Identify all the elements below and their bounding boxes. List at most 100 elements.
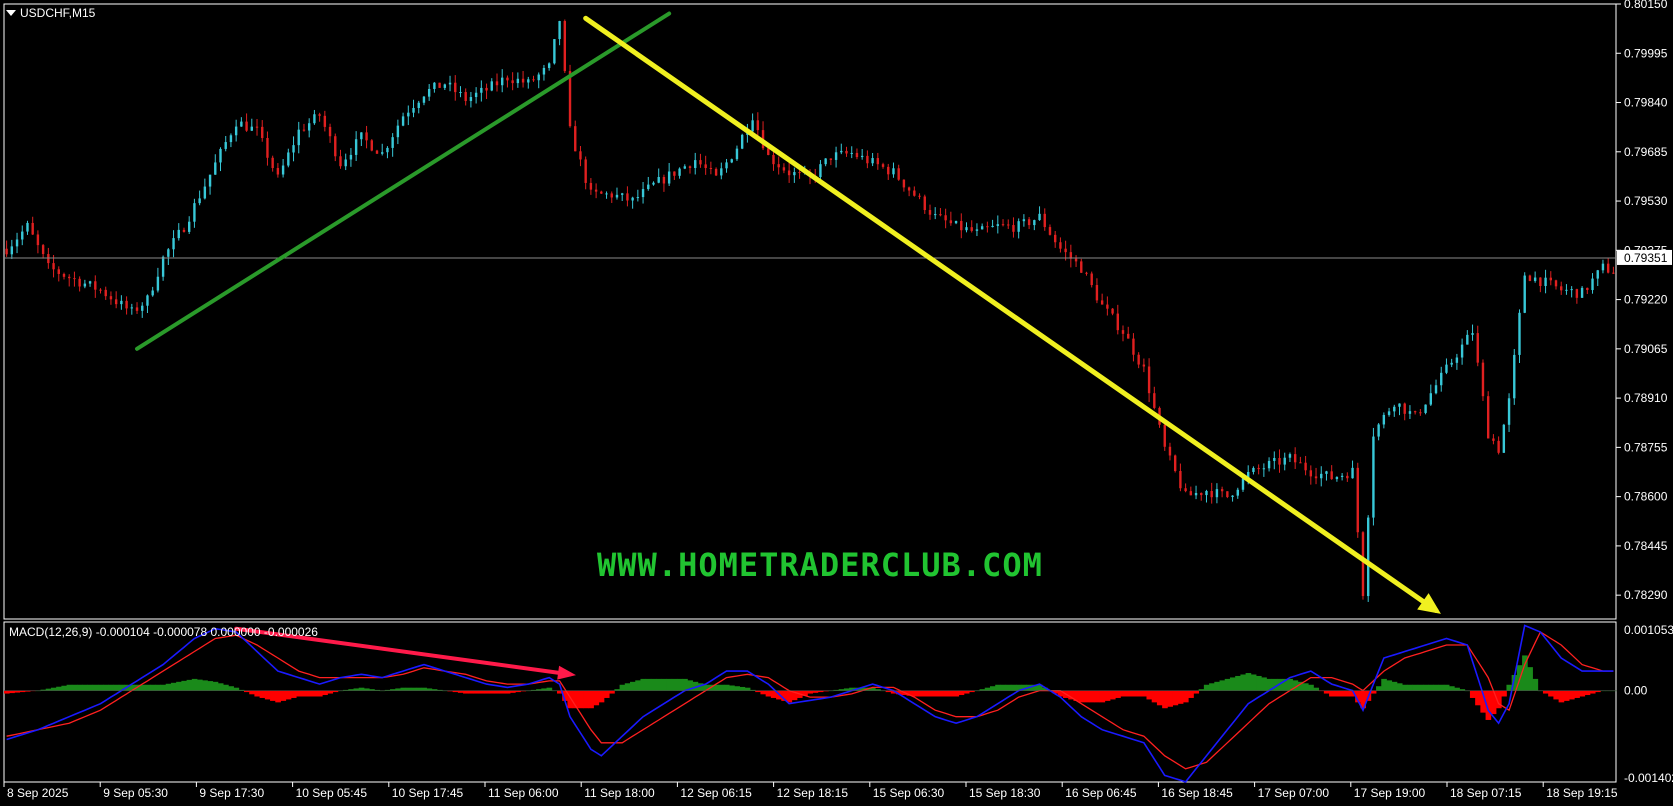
macd-histogram-bar-190 (995, 684, 1001, 691)
macd-histogram-bar-20 (108, 684, 114, 691)
macd-histogram-bar-42 (223, 684, 229, 691)
macd-histogram-bar-17 (92, 684, 99, 691)
macd-histogram-bar-37 (197, 679, 203, 691)
candle-body-35 (187, 221, 191, 232)
macd-histogram-bar-239 (1250, 674, 1257, 691)
macd-axis: 0.001053 0.00 -0.001402 (1624, 623, 1673, 785)
macd-divergence-arrow-head (557, 665, 576, 680)
candle-body-50 (266, 137, 269, 158)
macd-histogram-bar-21 (113, 684, 120, 691)
macd-histogram-bar-56 (296, 690, 302, 697)
macd-histogram-bar-34 (181, 680, 187, 691)
macd-histogram-bar-225 (1177, 690, 1184, 704)
macd-histogram-bar-228 (1193, 690, 1200, 694)
candle-body-197 (1033, 220, 1036, 226)
macd-histogram-bar-16 (87, 684, 94, 691)
candle-body-148 (777, 164, 780, 168)
candle-body-305 (1596, 270, 1599, 279)
candle-body-119 (626, 193, 629, 201)
macd-histogram-bar-96 (504, 690, 511, 694)
candle-body-226 (1184, 488, 1187, 492)
candle-body-249 (1304, 462, 1307, 471)
candle-body-300 (1570, 289, 1573, 291)
candle-body-29 (156, 276, 160, 291)
candle-body-289 (1513, 354, 1516, 399)
candle-body-116 (610, 193, 613, 198)
macd-histogram-bar-161 (843, 688, 850, 691)
candle-body-97 (511, 80, 514, 84)
macd-histogram-bar-212 (1109, 690, 1116, 700)
macd-histogram-bar-29 (155, 684, 161, 691)
candle-body-152 (798, 172, 801, 174)
macd-histogram-bar-51 (270, 690, 276, 701)
candle-body-235 (1231, 495, 1234, 498)
macd-histogram-bar-238 (1245, 673, 1252, 691)
candle-body-18 (99, 289, 102, 291)
candle-body-123 (647, 184, 650, 190)
candle-body-275 (1440, 372, 1443, 386)
candle-body-46 (245, 121, 248, 131)
candle-body-136 (714, 168, 718, 176)
candle-body-172 (902, 179, 906, 188)
candle-body-234 (1226, 491, 1229, 498)
symbol-label[interactable]: USDCHF,M15 (6, 6, 95, 20)
candle-body-68 (360, 132, 363, 140)
macd-histogram-bar-211 (1104, 690, 1111, 701)
candle-body-179 (939, 214, 942, 216)
price-tick-label-11: 0.78445 (1624, 539, 1668, 553)
macd-histogram-bar-47 (249, 690, 255, 695)
candle-body-222 (1163, 424, 1166, 447)
macd-histogram-bar-276 (1443, 684, 1450, 691)
candle-body-233 (1220, 489, 1224, 492)
time-tick-label-16: 18 Sep 19:15 (1546, 786, 1618, 800)
candle-body-251 (1314, 476, 1318, 479)
macd-histogram-bar-78 (410, 687, 417, 691)
time-tick-label-13: 17 Sep 07:00 (1258, 786, 1330, 800)
candle-body-62 (328, 126, 332, 137)
candle-body-214 (1121, 330, 1125, 334)
dropdown-triangle-icon[interactable] (6, 10, 16, 16)
candle-body-241 (1262, 468, 1266, 470)
candle-body-94 (495, 81, 499, 86)
candle-body-17 (94, 281, 97, 290)
macd-histogram-bar-215 (1125, 690, 1132, 697)
candle-body-277 (1450, 362, 1453, 365)
candle-body-163 (855, 152, 859, 158)
macd-histogram-bar-253 (1323, 690, 1330, 694)
uptrend-line (135, 11, 672, 351)
candle-body-96 (506, 77, 509, 81)
macd-histogram-bar-216 (1130, 690, 1137, 697)
candle-body-304 (1591, 278, 1594, 291)
candle-body-278 (1455, 357, 1459, 363)
candle-body-294 (1539, 277, 1542, 287)
macd-histogram-bar-112 (588, 690, 594, 709)
time-tick-label-5: 11 Sep 06:00 (488, 786, 559, 800)
candle-body-33 (177, 229, 180, 239)
time-tick-label-8: 12 Sep 18:15 (777, 786, 849, 800)
candle-body-295 (1544, 277, 1547, 287)
macd-histogram-bar-61 (322, 690, 328, 696)
time-tick-label-15: 18 Sep 07:15 (1450, 786, 1522, 800)
candle-body-265 (1387, 411, 1391, 415)
macd-title: MACD(12,26,9) (9, 625, 93, 639)
macd-histogram-bar-278 (1454, 687, 1460, 691)
candle-body-24 (130, 307, 134, 309)
macd-histogram-bar-271 (1417, 684, 1424, 691)
candle-body-297 (1554, 280, 1558, 287)
candle-body-260 (1361, 532, 1365, 597)
time-tick-label-14: 17 Sep 19:00 (1354, 786, 1426, 800)
candle-body-199 (1043, 213, 1046, 228)
chart-canvas[interactable]: 0.80150 0.79995 0.79840 0.79685 0.79530 0.793… (0, 0, 1673, 806)
macd-histogram-bar-87 (457, 690, 464, 693)
candle-body-131 (688, 166, 692, 168)
macd-histogram-bar-30 (160, 684, 167, 691)
candle-body-247 (1293, 454, 1297, 463)
macd-histogram-bar-120 (630, 681, 636, 691)
candle-body-4 (26, 222, 29, 232)
candle-body-157 (824, 158, 827, 165)
candle-body-169 (887, 166, 890, 175)
candle-body-158 (829, 158, 833, 160)
candle-body-274 (1434, 385, 1438, 394)
macd-histogram-bar-127 (666, 678, 673, 691)
macd-histogram-bar-33 (176, 681, 182, 691)
